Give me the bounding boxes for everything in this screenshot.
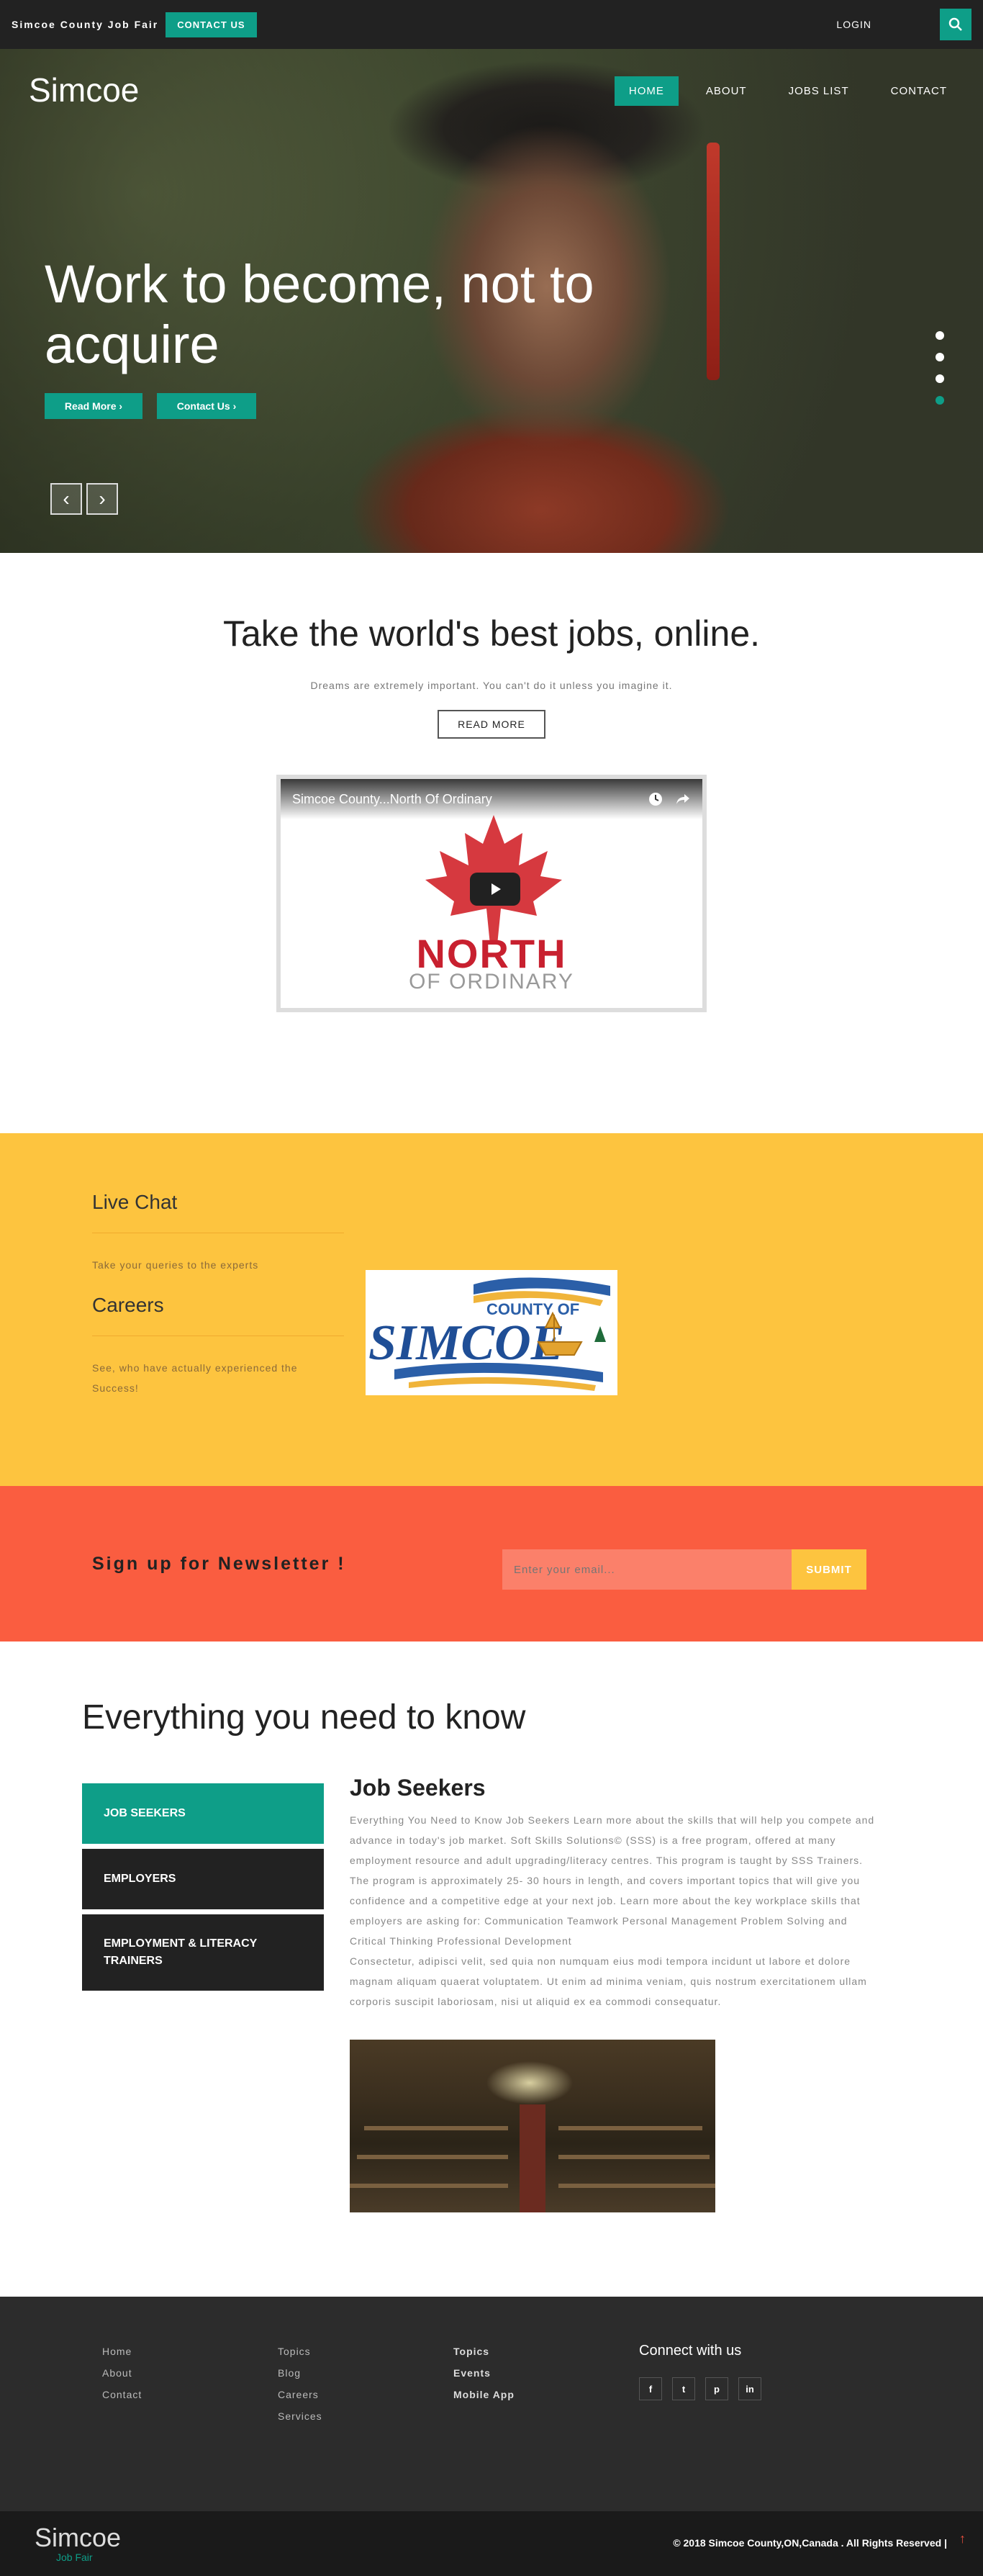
footer-link-contact[interactable]: Contact: [102, 2389, 142, 2400]
chevron-right-icon: ›: [119, 400, 123, 412]
hero-read-more-label: Read More: [64, 400, 117, 412]
arrow-up-icon[interactable]: ↑: [959, 2531, 966, 2546]
nav-home[interactable]: HOME: [614, 76, 679, 106]
nav-about[interactable]: ABOUT: [692, 76, 761, 106]
live-chat-text: Take your queries to the experts: [92, 1259, 259, 1271]
footer-link-events[interactable]: Events: [453, 2367, 515, 2379]
slider-next-button[interactable]: ›: [86, 483, 118, 515]
chevron-right-icon: ›: [232, 400, 237, 412]
library-desk-row: [558, 2184, 715, 2188]
facebook-icon[interactable]: f: [639, 2377, 662, 2400]
tab-employers[interactable]: EMPLOYERS: [82, 1849, 324, 1909]
footer-link-about[interactable]: About: [102, 2367, 142, 2379]
bottom-bar: Simcoe Job Fair © 2018 Simcoe County,ON,…: [0, 2511, 983, 2576]
newsletter-submit-button[interactable]: SUBMIT: [792, 1549, 866, 1590]
intro-read-more-button[interactable]: READ MORE: [438, 710, 545, 739]
footer-link-home[interactable]: Home: [102, 2346, 142, 2357]
play-icon: [491, 883, 501, 895]
tab-content-paragraph: Everything You Need to Know Job Seekers …: [350, 1814, 875, 1947]
hero-read-more-button[interactable]: Read More ›: [45, 393, 142, 419]
intro-subtitle: Dreams are extremely important. You can'…: [310, 680, 673, 691]
linkedin-icon[interactable]: in: [738, 2377, 761, 2400]
info-column: Live Chat Take your queries to the exper…: [92, 1191, 344, 1398]
newsletter-label: Sign up for Newsletter !: [92, 1553, 346, 1574]
video-title[interactable]: Simcoe County...North Of Ordinary: [292, 792, 492, 807]
library-desk-row: [364, 2126, 508, 2130]
footer-link-mobile-app[interactable]: Mobile App: [453, 2389, 515, 2400]
top-bar: Simcoe County Job Fair CONTACT US LOGIN: [0, 0, 983, 49]
video-brand-sub: OF ORDINARY: [409, 970, 574, 994]
footer-link-careers[interactable]: Careers: [278, 2389, 322, 2400]
play-button[interactable]: [470, 873, 520, 906]
twitter-icon[interactable]: t: [672, 2377, 695, 2400]
library-image: [350, 2040, 715, 2212]
connect-title: Connect with us: [639, 2343, 742, 2359]
slider-dot[interactable]: [936, 331, 944, 340]
tab-content-title: Job Seekers: [350, 1775, 486, 1801]
knowledge-tabs: JOB SEEKERS EMPLOYERS EMPLOYMENT & LITER…: [82, 1783, 324, 1996]
knowledge-section: Everything you need to know JOB SEEKERS …: [0, 1641, 983, 2297]
social-links: f t p in: [639, 2377, 761, 2400]
login-link[interactable]: LOGIN: [836, 19, 871, 30]
chevron-left-icon: ‹: [63, 487, 70, 510]
hero-contact-label: Contact Us: [176, 400, 230, 412]
hero-headline: Work to become, not to acquire: [45, 254, 594, 374]
main-nav: HOME ABOUT JOBS LIST CONTACT: [602, 76, 961, 106]
footer-link-topics[interactable]: Topics: [278, 2346, 322, 2357]
top-contact-button[interactable]: CONTACT US: [166, 12, 257, 37]
slider-prev-button[interactable]: ‹: [50, 483, 82, 515]
intro-section: Take the world's best jobs, online. Drea…: [0, 553, 983, 1133]
careers-title[interactable]: Careers: [92, 1294, 344, 1317]
search-icon: [948, 17, 962, 31]
newsletter-email-input[interactable]: [502, 1549, 792, 1590]
search-button[interactable]: [940, 9, 971, 40]
tab-content: Job Seekers Everything You Need to Know …: [350, 1775, 875, 2012]
video-actions: [648, 791, 691, 807]
tab-employment-literacy-trainers[interactable]: EMPLOYMENT & LITERACY TRAINERS: [82, 1914, 324, 1991]
slider-dot[interactable]: [936, 374, 944, 383]
nav-contact[interactable]: CONTACT: [876, 76, 961, 106]
slider-dot[interactable]: [936, 353, 944, 361]
knowledge-title: Everything you need to know: [82, 1698, 526, 1737]
nav-jobs-list[interactable]: JOBS LIST: [774, 76, 864, 106]
library-desk-row: [558, 2126, 702, 2130]
pinterest-icon[interactable]: p: [705, 2377, 728, 2400]
copyright-text: © 2018 Simcoe County,ON,Canada . All Rig…: [673, 2537, 947, 2549]
slider-dots: [936, 331, 944, 405]
careers-text: See, who have actually experienced the S…: [92, 1362, 298, 1394]
hero-banner: Simcoe HOME ABOUT JOBS LIST CONTACT Work…: [0, 49, 983, 553]
footer-link-blog[interactable]: Blog: [278, 2367, 322, 2379]
footer-logo[interactable]: Simcoe: [35, 2523, 121, 2553]
footer-link-topics-bold[interactable]: Topics: [453, 2346, 515, 2357]
library-desk-row: [558, 2155, 710, 2159]
footer-link-services[interactable]: Services: [278, 2410, 322, 2422]
footer: Home About Contact Topics Blog Careers S…: [0, 2297, 983, 2511]
hero-logo[interactable]: Simcoe: [29, 71, 139, 109]
graduation-tassel: [707, 143, 720, 380]
library-desk-row: [350, 2184, 508, 2188]
video-player[interactable]: Simcoe County...North Of Ordinary NORTH …: [276, 775, 707, 1012]
info-section: Live Chat Take your queries to the exper…: [0, 1133, 983, 1486]
slider-dot-active[interactable]: [936, 396, 944, 405]
chevron-right-icon: ›: [99, 487, 106, 510]
footer-column-2: Topics Blog Careers Services: [278, 2346, 322, 2432]
footer-column-1: Home About Contact: [102, 2346, 142, 2410]
footer-logo-sub: Job Fair: [56, 2552, 93, 2563]
simcoe-logo-graphic: COUNTY OF SIMCOE: [368, 1277, 610, 1391]
county-of-simcoe-logo: COUNTY OF SIMCOE: [366, 1270, 617, 1395]
footer-column-3: Topics Events Mobile App: [453, 2346, 515, 2410]
tab-job-seekers[interactable]: JOB SEEKERS: [82, 1783, 324, 1844]
newsletter-section: Sign up for Newsletter ! SUBMIT: [0, 1486, 983, 1641]
clock-icon[interactable]: [648, 791, 663, 807]
logo-main-text: SIMCOE: [368, 1315, 564, 1371]
top-brand: Simcoe County Job Fair: [12, 19, 159, 30]
library-desk-row: [357, 2155, 508, 2159]
live-chat-title[interactable]: Live Chat: [92, 1191, 344, 1214]
tab-content-paragraph: Consectetur, adipisci velit, sed quia no…: [350, 1955, 867, 2007]
hero-contact-button[interactable]: Contact Us ›: [157, 393, 256, 419]
intro-title: Take the world's best jobs, online.: [222, 613, 761, 654]
share-icon[interactable]: [675, 791, 691, 807]
library-aisle: [520, 2104, 545, 2212]
